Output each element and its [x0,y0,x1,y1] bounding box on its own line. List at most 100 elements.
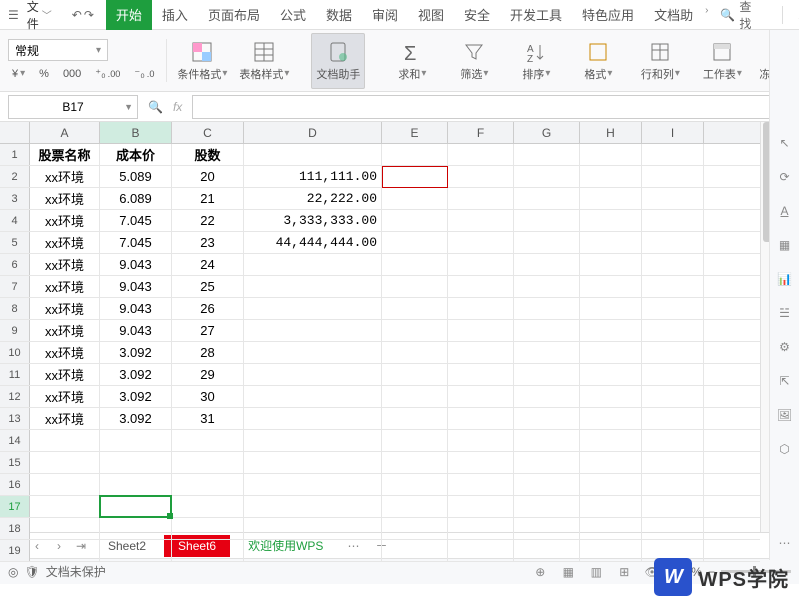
cond-format-button[interactable]: 条件格式▾ [175,33,229,89]
row-header[interactable]: 5 [0,232,30,253]
row-header[interactable]: 13 [0,408,30,429]
cell[interactable]: 25 [172,276,244,297]
cell[interactable] [172,540,244,561]
cell[interactable] [514,144,580,165]
cell[interactable] [514,518,580,539]
thousands-button[interactable]: 000 [59,66,85,82]
row-header[interactable]: 11 [0,364,30,385]
cell[interactable]: 111,111.00 [244,166,382,187]
cell[interactable] [580,496,642,517]
cell[interactable] [382,276,448,297]
cell[interactable] [100,474,172,495]
cell[interactable] [580,518,642,539]
cell[interactable] [580,188,642,209]
cell[interactable] [30,518,100,539]
cell[interactable] [382,540,448,561]
cell[interactable] [244,496,382,517]
cell[interactable] [382,474,448,495]
inc-decimal-button[interactable]: ⁺₀.00 [91,65,124,82]
cell[interactable] [382,144,448,165]
cell[interactable]: 3.092 [100,364,172,385]
cell[interactable] [642,364,704,385]
cell[interactable] [580,254,642,275]
cell[interactable]: 20 [172,166,244,187]
cell[interactable] [580,144,642,165]
col-header-I[interactable]: I [642,122,704,143]
cell[interactable] [30,452,100,473]
cell[interactable] [448,430,514,451]
cell[interactable]: xx环境 [30,364,100,385]
cell[interactable] [244,474,382,495]
cell[interactable] [642,188,704,209]
cell[interactable] [514,210,580,231]
cell[interactable] [448,166,514,187]
cell[interactable] [448,144,514,165]
cell[interactable]: 7.045 [100,232,172,253]
col-header-A[interactable]: A [30,122,100,143]
cell[interactable]: xx环境 [30,342,100,363]
cell[interactable] [642,496,704,517]
apps-icon[interactable]: ▦ [776,236,794,254]
view-page-icon[interactable]: ▥ [587,563,605,581]
formula-input[interactable] [192,95,791,119]
cell[interactable] [514,408,580,429]
file-menu[interactable]: 文件 ﹀ [21,0,58,34]
view-break-icon[interactable]: ⊞ [615,563,633,581]
cell[interactable] [382,188,448,209]
col-header-H[interactable]: H [580,122,642,143]
select-all-corner[interactable] [0,122,30,143]
cell[interactable] [514,364,580,385]
cell[interactable] [642,452,704,473]
name-box[interactable]: B17 ▼ [8,95,138,119]
row-header[interactable]: 15 [0,452,30,473]
tab-special[interactable]: 特色应用 [572,0,644,30]
cell[interactable] [448,496,514,517]
cell[interactable]: 9.043 [100,320,172,341]
cell[interactable] [514,276,580,297]
cell[interactable] [580,386,642,407]
cell[interactable] [382,254,448,275]
cell[interactable]: xx环境 [30,254,100,275]
cell[interactable] [100,540,172,561]
view-target-icon[interactable]: ⊕ [531,563,549,581]
cell[interactable] [514,386,580,407]
export-icon[interactable]: ⇱ [776,372,794,390]
refresh-icon[interactable]: ⟳ [776,168,794,186]
cell[interactable] [382,364,448,385]
app-menu-icon[interactable]: ☰ [8,7,19,23]
cell[interactable] [448,452,514,473]
row-header[interactable]: 7 [0,276,30,297]
cell[interactable] [382,298,448,319]
cell[interactable] [448,474,514,495]
cell[interactable]: xx环境 [30,210,100,231]
cell[interactable] [244,540,382,561]
chart-icon[interactable]: 📊 [776,270,794,288]
rows-cols-button[interactable]: 行和列▾ [633,33,687,89]
cell[interactable] [580,364,642,385]
cell[interactable] [30,474,100,495]
cell[interactable] [642,430,704,451]
cell[interactable]: 3,333,333.00 [244,210,382,231]
cell[interactable] [514,232,580,253]
tab-data[interactable]: 数据 [316,0,362,30]
row-header[interactable]: 19 [0,540,30,561]
cell[interactable]: 21 [172,188,244,209]
cell[interactable] [382,408,448,429]
cell[interactable] [244,298,382,319]
cell[interactable] [30,496,100,517]
cell[interactable] [514,298,580,319]
cell[interactable] [642,144,704,165]
cell[interactable]: xx环境 [30,276,100,297]
cell[interactable]: 44,444,444.00 [244,232,382,253]
cell[interactable]: xx环境 [30,320,100,341]
cell[interactable] [642,254,704,275]
doc-helper-button[interactable]: 文档助手 [311,33,365,89]
cell[interactable] [244,320,382,341]
cell[interactable]: 3.092 [100,342,172,363]
cell[interactable] [382,452,448,473]
tab-start[interactable]: 开始 [106,0,152,30]
cell[interactable] [580,342,642,363]
cell[interactable] [580,430,642,451]
cell[interactable] [642,166,704,187]
cell[interactable]: 27 [172,320,244,341]
